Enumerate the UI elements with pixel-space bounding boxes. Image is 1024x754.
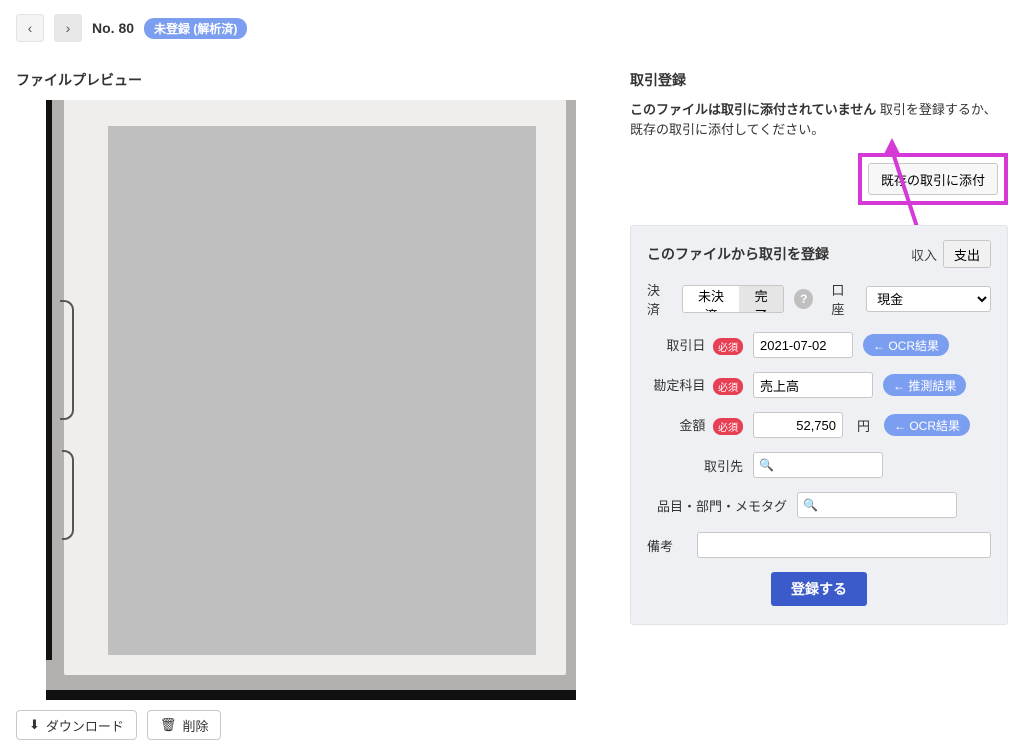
amount-label: 金額 必須	[647, 415, 743, 435]
amount-unit: 円	[857, 416, 870, 435]
trash-icon: 🗑	[160, 717, 177, 733]
prev-page-button[interactable]: ‹	[16, 14, 44, 42]
search-icon: 🔍	[803, 498, 818, 512]
help-icon[interactable]: ?	[794, 289, 813, 309]
date-input[interactable]	[753, 332, 853, 358]
tags-input[interactable]	[797, 492, 957, 518]
delete-button[interactable]: 🗑 削除	[147, 710, 222, 740]
panel-title: このファイルから取引を登録	[647, 244, 829, 264]
binder-clip-icon	[62, 450, 74, 540]
chevron-left-icon: ‹	[28, 20, 33, 36]
settlement-done-button[interactable]: 完了	[739, 286, 783, 312]
document-content-placeholder	[108, 126, 536, 655]
type-expense-button[interactable]: 支出	[943, 240, 991, 268]
category-label: 勘定科目 必須	[647, 375, 743, 395]
amount-input[interactable]	[753, 412, 843, 438]
status-badge: 未登録 (解析済)	[144, 18, 247, 39]
preview-title: ファイルプレビュー	[16, 70, 606, 90]
date-ocr-pill[interactable]: ← OCR結果	[863, 334, 949, 356]
register-title: 取引登録	[630, 70, 1008, 90]
required-badge: 必須	[713, 418, 743, 435]
account-select[interactable]: 現金	[866, 286, 991, 312]
register-form-panel: このファイルから取引を登録 収入 支出 決済 未決済 完了 ? 口座 現金	[630, 225, 1008, 625]
attach-highlight-box: 既存の取引に添付	[858, 153, 1008, 205]
search-icon: 🔍	[759, 458, 774, 472]
file-preview	[46, 100, 576, 700]
next-page-button[interactable]: ›	[54, 14, 82, 42]
required-badge: 必須	[713, 338, 743, 355]
attach-notice: このファイルは取引に添付されていません 取引を登録するか、既存の取引に添付してく…	[630, 100, 1008, 139]
binder-clip-icon	[60, 300, 74, 420]
settlement-toggle: 未決済 完了	[682, 285, 784, 313]
tags-label: 品目・部門・メモタグ	[647, 496, 787, 515]
download-label: ダウンロード	[46, 716, 124, 735]
category-guess-pill[interactable]: ← 推測結果	[883, 374, 966, 396]
partner-label: 取引先	[647, 456, 743, 475]
download-icon: ⬇	[29, 717, 40, 733]
attach-notice-strong: このファイルは取引に添付されていません	[630, 102, 876, 117]
category-input[interactable]	[753, 372, 873, 398]
document-sheet	[64, 100, 566, 675]
chevron-right-icon: ›	[66, 20, 71, 36]
settlement-unsettled-button[interactable]: 未決済	[683, 286, 739, 312]
attach-existing-button[interactable]: 既存の取引に添付	[868, 163, 998, 195]
download-button[interactable]: ⬇ ダウンロード	[16, 710, 137, 740]
date-label: 取引日 必須	[647, 335, 743, 355]
note-label: 備考	[647, 536, 687, 555]
settlement-label: 決済	[647, 280, 672, 318]
submit-button[interactable]: 登録する	[771, 572, 867, 606]
amount-ocr-pill[interactable]: ← OCR結果	[884, 414, 970, 436]
page-number: No. 80	[92, 20, 134, 36]
type-income-label[interactable]: 収入	[911, 245, 937, 264]
note-input[interactable]	[697, 532, 991, 558]
required-badge: 必須	[713, 378, 743, 395]
delete-label: 削除	[182, 716, 208, 735]
account-label: 口座	[831, 280, 856, 318]
